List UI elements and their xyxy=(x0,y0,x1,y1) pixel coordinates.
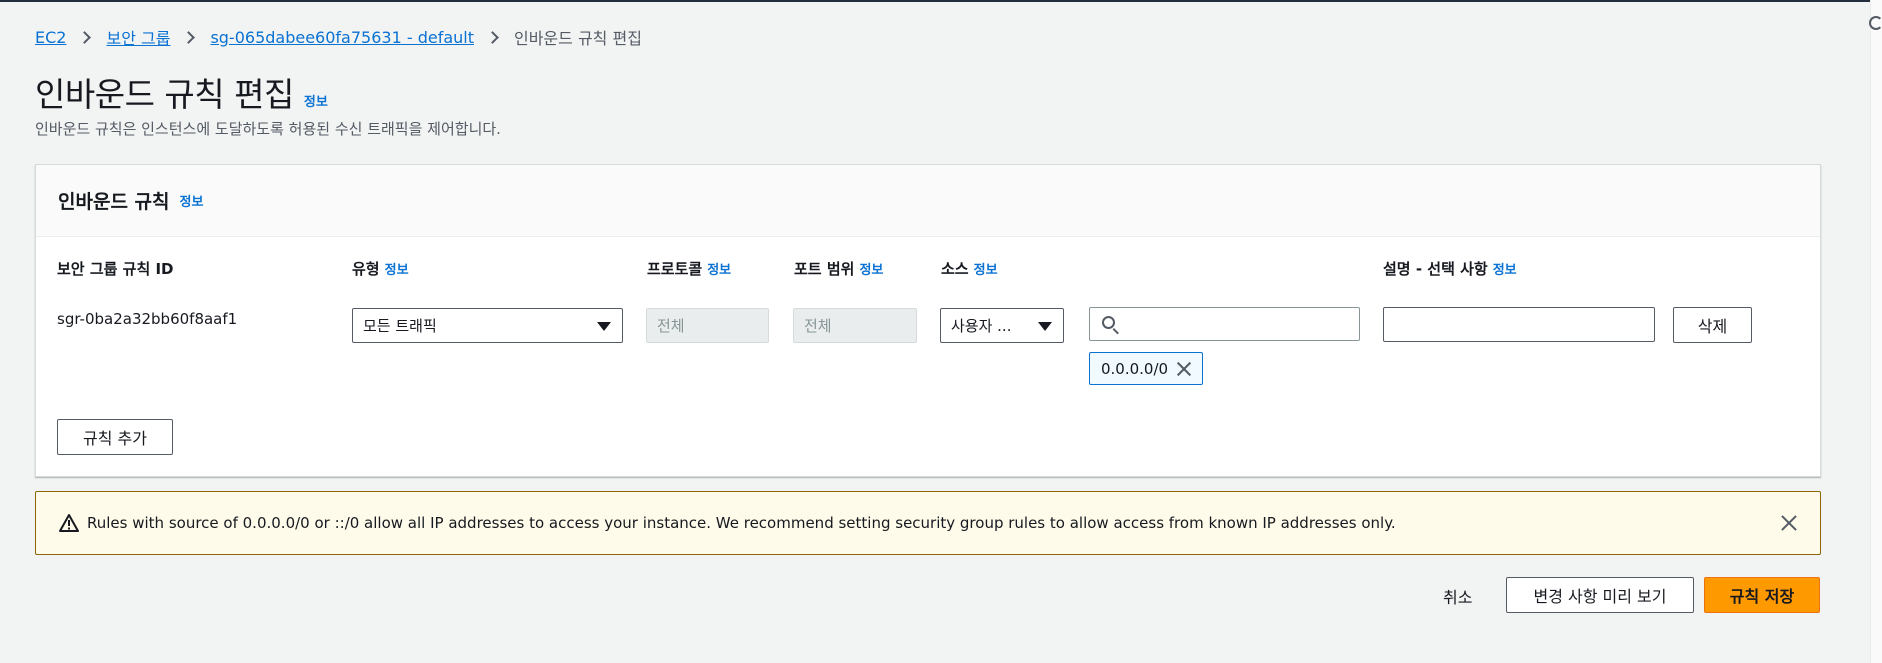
save-rules-button[interactable]: 규칙 저장 xyxy=(1704,577,1820,613)
top-border xyxy=(0,0,1882,2)
column-header-description: 설명 - 선택 사항 정보 xyxy=(1383,258,1517,279)
panel-title: 인바운드 규칙 xyxy=(58,191,170,213)
chevron-right-icon xyxy=(182,30,196,44)
warning-icon xyxy=(59,513,79,533)
help-icon[interactable] xyxy=(1869,16,1882,30)
warning-text: Rules with source of 0.0.0.0/0 or ::/0 a… xyxy=(87,514,1396,532)
caret-down-icon xyxy=(1038,322,1052,331)
breadcrumb: EC2 보안 그룹 sg-065dabee60fa75631 - default… xyxy=(35,25,642,49)
panel-info-link[interactable]: 정보 xyxy=(180,191,204,210)
column-label: 포트 범위 xyxy=(794,260,855,278)
caret-down-icon xyxy=(597,322,611,331)
column-label: 소스 xyxy=(941,260,969,278)
column-info-link[interactable]: 정보 xyxy=(974,259,998,278)
page-header: 인바운드 규칙 편집 정보 xyxy=(35,68,328,116)
add-rule-label: 규칙 추가 xyxy=(83,429,147,448)
column-label: 프로토콜 xyxy=(647,260,703,278)
column-header-rule-id: 보안 그룹 규칙 ID xyxy=(57,258,174,279)
breadcrumb-security-groups-link[interactable]: 보안 그룹 xyxy=(106,25,170,49)
rule-id-value: sgr-0ba2a32bb60f8aaf1 xyxy=(57,310,238,328)
protocol-placeholder: 전체 xyxy=(657,317,685,335)
port-range-placeholder: 전체 xyxy=(804,317,832,335)
close-icon[interactable] xyxy=(1780,514,1798,532)
column-header-protocol: 프로토콜 정보 xyxy=(647,258,731,279)
type-select-value: 모든 트래픽 xyxy=(363,317,437,335)
column-info-link[interactable]: 정보 xyxy=(385,259,409,278)
port-range-field: 전체 xyxy=(793,308,917,343)
column-info-link[interactable]: 정보 xyxy=(707,259,731,278)
cancel-button[interactable]: 취소 xyxy=(1443,584,1472,608)
breadcrumb-ec2-link[interactable]: EC2 xyxy=(35,28,66,47)
right-edge-panel xyxy=(1869,0,1882,663)
save-rules-label: 규칙 저장 xyxy=(1729,587,1795,606)
protocol-field: 전체 xyxy=(646,308,769,343)
chevron-right-icon xyxy=(486,30,499,44)
column-header-source: 소스 정보 xyxy=(941,258,998,279)
page-info-link[interactable]: 정보 xyxy=(304,91,328,110)
panel-header: 인바운드 규칙 정보 xyxy=(36,165,1820,237)
chevron-right-icon xyxy=(78,30,92,44)
preview-changes-button[interactable]: 변경 사항 미리 보기 xyxy=(1506,577,1694,613)
cidr-search-input[interactable] xyxy=(1089,307,1360,341)
preview-changes-label: 변경 사항 미리 보기 xyxy=(1533,587,1667,606)
cidr-token-label: 0.0.0.0/0 xyxy=(1101,359,1169,378)
add-rule-button[interactable]: 규칙 추가 xyxy=(57,419,173,455)
delete-rule-button[interactable]: 삭제 xyxy=(1673,307,1752,343)
page-description: 인바운드 규칙은 인스턴스에 도달하도록 허용된 수신 트래픽을 제어합니다. xyxy=(35,120,501,138)
warning-alert: Rules with source of 0.0.0.0/0 or ::/0 a… xyxy=(35,491,1821,555)
column-info-link[interactable]: 정보 xyxy=(1493,259,1517,278)
column-label: 보안 그룹 규칙 ID xyxy=(57,260,174,278)
column-info-link[interactable]: 정보 xyxy=(859,259,883,278)
source-select-value: 사용자 ... xyxy=(951,317,1012,335)
page-title: 인바운드 규칙 편집 xyxy=(35,75,294,114)
source-select[interactable]: 사용자 ... xyxy=(940,308,1064,343)
description-input[interactable] xyxy=(1383,307,1655,342)
close-icon[interactable] xyxy=(1176,361,1192,377)
column-label: 유형 xyxy=(352,260,380,278)
column-header-port-range: 포트 범위 정보 xyxy=(794,258,883,279)
search-icon xyxy=(1102,316,1115,329)
cidr-token: 0.0.0.0/0 xyxy=(1089,352,1203,385)
column-header-type: 유형 정보 xyxy=(352,258,409,279)
type-select[interactable]: 모든 트래픽 xyxy=(352,308,623,343)
breadcrumb-security-group-link[interactable]: sg-065dabee60fa75631 - default xyxy=(210,28,474,47)
breadcrumb-current: 인바운드 규칙 편집 xyxy=(513,29,642,48)
column-label: 설명 - 선택 사항 xyxy=(1383,260,1488,278)
delete-rule-label: 삭제 xyxy=(1697,317,1728,336)
